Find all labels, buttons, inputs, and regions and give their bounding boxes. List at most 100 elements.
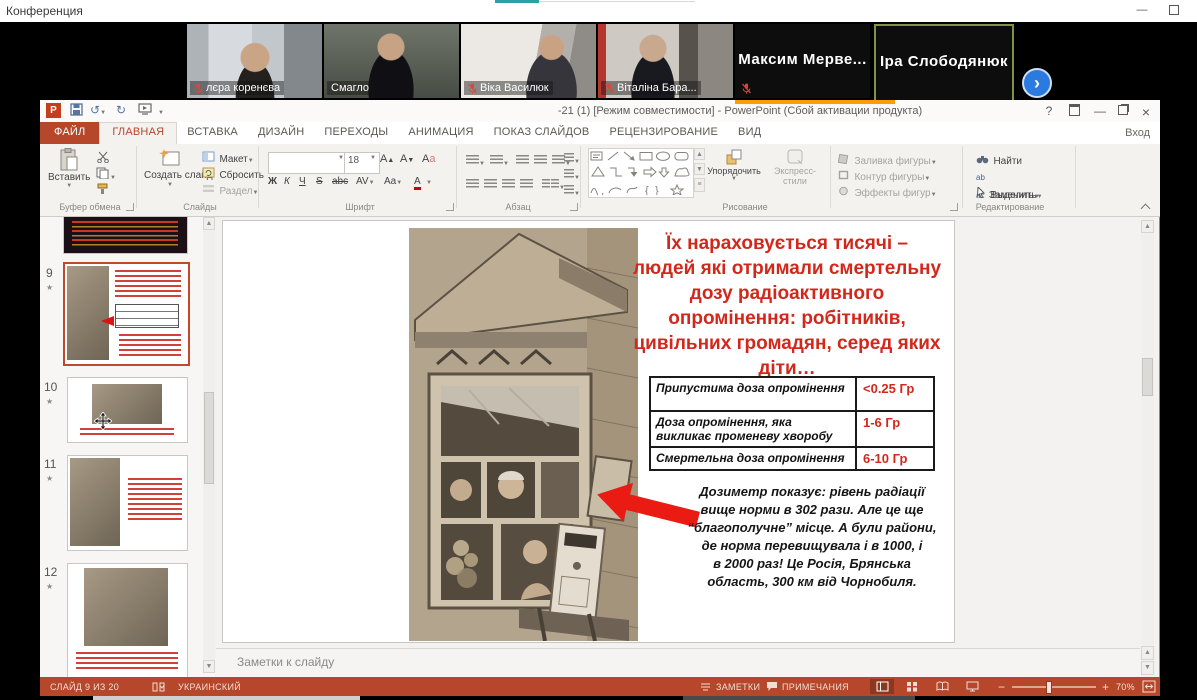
italic-button[interactable]: К [284, 176, 290, 187]
shapes-gallery[interactable]: { } [588, 148, 694, 198]
decrease-indent-icon[interactable] [516, 152, 529, 170]
notes-pane[interactable] [216, 648, 1140, 677]
section-button[interactable]: Раздел▼ [202, 181, 258, 199]
spell-check-icon[interactable] [152, 681, 165, 694]
slide-title-textbox[interactable]: Їх нараховується тисячі – людей які отри… [619, 231, 955, 381]
previous-slide-button[interactable]: ▲ [1141, 646, 1154, 660]
participant-tile-lera[interactable]: лєра коренєва [187, 24, 322, 98]
next-participants-button[interactable]: › [1022, 68, 1052, 98]
numbering-icon[interactable]: ▼ [490, 152, 509, 170]
shapes-scroll-down[interactable]: ▼ [694, 163, 705, 175]
text-shadow-button[interactable]: abc [332, 176, 348, 187]
start-slideshow-icon[interactable] [138, 103, 152, 118]
participant-tile-maksym[interactable]: Максим Мерве... [735, 24, 870, 98]
reading-view-button[interactable] [930, 679, 954, 694]
shape-effects-button[interactable]: Эффекты фигур▼ [838, 183, 937, 201]
notes-toggle-icon[interactable] [700, 682, 711, 693]
grow-font-button[interactable]: A▲ [380, 153, 394, 165]
language-indicator[interactable]: УКРАИНСКИЙ [178, 682, 241, 692]
comments-button[interactable]: ПРИМЕЧАНИЯ [782, 682, 849, 692]
undo-icon[interactable]: ↺▼ [90, 103, 106, 117]
increase-indent-icon[interactable] [534, 152, 547, 170]
save-icon[interactable] [70, 103, 83, 119]
tab-review[interactable]: РЕЦЕНЗИРОВАНИЕ [599, 122, 728, 144]
underline-button[interactable]: Ч [299, 176, 306, 187]
clipboard-dialog-launcher[interactable] [126, 203, 134, 211]
slide-sorter-view-button[interactable] [900, 679, 924, 694]
thumbnails-scroll-up-button[interactable]: ▲ [203, 217, 215, 230]
character-spacing-button[interactable]: AV▼ [356, 176, 375, 187]
minimize-button[interactable]: — [1092, 104, 1108, 118]
redo-icon[interactable]: ↻ [116, 103, 126, 117]
zoom-in-button[interactable]: + [1102, 680, 1109, 694]
smartart-icon[interactable]: ▼ [564, 182, 580, 200]
ribbon-display-options-button[interactable] [1066, 104, 1082, 119]
justify-icon[interactable] [520, 176, 533, 194]
collapse-ribbon-chevron[interactable] [1141, 204, 1151, 214]
slide-photo-old-window[interactable] [409, 228, 638, 641]
tab-file[interactable]: ФАЙЛ [40, 122, 99, 144]
participant-tile-ira-active-speaker[interactable]: Іра Слободянюк [874, 24, 1014, 102]
main-scrollbar-thumb[interactable] [1142, 358, 1153, 396]
conference-minimize-button[interactable]: — [1134, 5, 1150, 17]
notes-placeholder[interactable]: Заметки к слайду [237, 655, 334, 669]
font-color-button[interactable]: А [414, 176, 421, 190]
select-button[interactable]: Выделить▼ [976, 185, 1043, 203]
columns-icon[interactable]: ▼ [542, 176, 565, 194]
zoom-out-button[interactable]: − [998, 680, 1005, 694]
font-dialog-launcher[interactable] [446, 203, 454, 211]
strikethrough-button[interactable]: S [316, 176, 323, 187]
new-slide-button[interactable]: Создать слайд▼ [144, 148, 196, 188]
slide-8-thumbnail-partial[interactable] [63, 216, 188, 254]
clear-formatting-button[interactable]: Aa [422, 153, 435, 165]
comments-icon[interactable] [766, 681, 778, 694]
help-button[interactable]: ? [1042, 104, 1056, 118]
tab-insert[interactable]: ВСТАВКА [177, 122, 248, 144]
slide-12-thumbnail-partial[interactable] [67, 563, 188, 678]
qat-customize-icon[interactable]: ▼ [158, 103, 164, 117]
font-name-combobox[interactable]: ▼ [268, 152, 348, 174]
align-left-icon[interactable] [466, 176, 479, 194]
slide-canvas[interactable]: Їх нараховується тисячі – людей які отри… [222, 220, 955, 643]
tab-home[interactable]: ГЛАВНАЯ [99, 122, 177, 144]
main-scrollbar-track[interactable] [1141, 233, 1154, 645]
align-right-icon[interactable] [502, 176, 515, 194]
tab-animations[interactable]: АНИМАЦИЯ [398, 122, 483, 144]
thumbnails-scroll-down-button[interactable]: ▼ [203, 660, 215, 673]
format-dialog-launcher[interactable] [950, 203, 958, 211]
tab-transitions[interactable]: ПЕРЕХОДЫ [314, 122, 398, 144]
tab-slideshow[interactable]: ПОКАЗ СЛАЙДОВ [484, 122, 600, 144]
change-case-button[interactable]: Aa▼ [384, 176, 402, 187]
dosimeter-paragraph-textbox[interactable]: Дозиметр показує: рівень радіації вище н… [671, 483, 953, 591]
radiation-dose-table[interactable]: Припустима доза опромінення <0.25 Гр Доз… [649, 376, 935, 471]
participant-tile-smaglo[interactable]: Смагло [324, 24, 459, 98]
tab-design[interactable]: ДИЗАЙН [248, 122, 314, 144]
bullets-icon[interactable]: ▼ [466, 152, 485, 170]
slide-9-thumbnail-selected[interactable] [63, 262, 190, 366]
normal-view-button[interactable] [870, 679, 894, 694]
fit-slide-to-window-button[interactable] [1142, 680, 1156, 695]
font-size-combobox[interactable]: 18▼ [344, 152, 380, 174]
notes-toggle-button[interactable]: ЗАМЕТКИ [716, 682, 760, 692]
participant-tile-vitalina[interactable]: Віталіна Бара... [598, 24, 733, 98]
restore-button[interactable] [1115, 104, 1131, 118]
paste-button[interactable]: Вставить▼ [48, 148, 90, 189]
conference-restore-button[interactable] [1166, 5, 1182, 17]
tab-view[interactable]: ВИД [728, 122, 771, 144]
slide-11-thumbnail[interactable] [67, 455, 188, 551]
next-slide-button[interactable]: ▼ [1141, 661, 1154, 675]
participant-tile-vika[interactable]: Віка Василюк [461, 24, 596, 98]
quick-styles-button[interactable]: Экспресс- стили [764, 148, 826, 186]
zoom-level[interactable]: 70% [1116, 682, 1135, 692]
zoom-slider-track[interactable] [1012, 686, 1096, 688]
font-color-dropdown[interactable]: ▼ [426, 180, 432, 186]
align-center-icon[interactable] [484, 176, 497, 194]
zoom-slider-handle[interactable] [1046, 681, 1052, 694]
main-scroll-up-button[interactable]: ▲ [1141, 220, 1154, 233]
close-button[interactable]: × [1138, 104, 1154, 120]
shapes-scroll-up[interactable]: ▲ [694, 148, 705, 160]
thumbnails-scrollbar-thumb[interactable] [204, 392, 214, 484]
paragraph-dialog-launcher[interactable] [570, 203, 578, 211]
format-painter-icon[interactable] [96, 182, 110, 200]
slide-10-thumbnail[interactable] [67, 377, 188, 443]
